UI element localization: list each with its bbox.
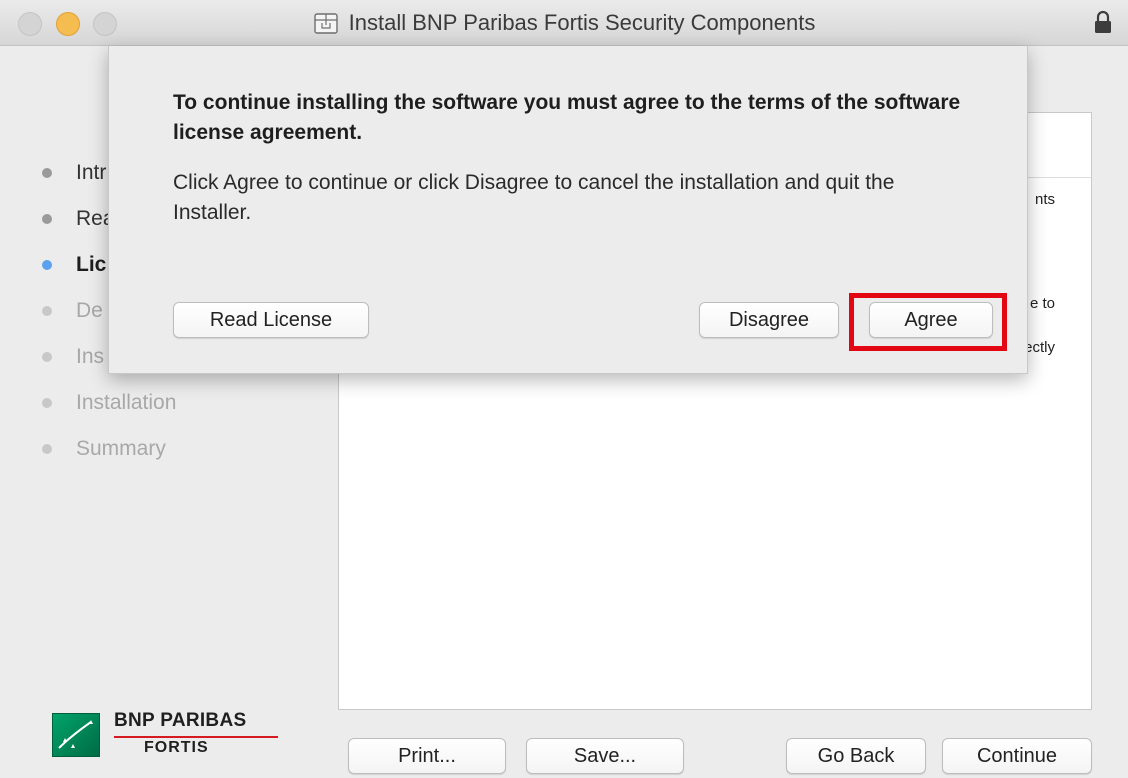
bnp-stars-logo-icon [52, 713, 100, 757]
step-label: Summary [76, 437, 166, 460]
print-button[interactable]: Print... [348, 738, 506, 774]
step-dot [42, 214, 52, 224]
license-text-fragment: e to [1029, 295, 1055, 312]
logo-text-fortis: FORTIS [144, 739, 209, 756]
license-text-fragment: nts [1034, 191, 1055, 208]
step-dot [42, 444, 52, 454]
sheet-message: Click Agree to continue or click Disagre… [173, 171, 895, 224]
logo-text-bnp-paribas: BNP PARIBAS [114, 710, 247, 731]
bnp-paribas-fortis-logo: BNP PARIBAS FORTIS [52, 710, 282, 762]
save-button[interactable]: Save... [526, 738, 684, 774]
window-title-group: Install BNP Paribas Fortis Security Comp… [0, 0, 1128, 46]
license-agreement-sheet: To continue installing the software you … [108, 46, 1028, 374]
sheet-heading: To continue installing the software you … [173, 91, 961, 144]
step-dot [42, 306, 52, 316]
step-dot [42, 398, 52, 408]
go-back-button[interactable]: Go Back [786, 738, 926, 774]
flying-stars-icon [58, 720, 93, 749]
step-label: Installation [76, 391, 177, 414]
step-dot-current [42, 260, 52, 270]
step-label: Ins [76, 345, 105, 368]
installer-window: Install BNP Paribas Fortis Security Comp… [0, 0, 1128, 778]
title-bar[interactable]: Install BNP Paribas Fortis Security Comp… [0, 0, 1128, 46]
disagree-button[interactable]: Disagree [699, 302, 839, 338]
continue-button[interactable]: Continue [942, 738, 1092, 774]
step-summary: Summary [36, 426, 326, 472]
installer-package-icon [313, 13, 338, 34]
step-dot [42, 168, 52, 178]
step-label: De [76, 299, 103, 322]
step-installation: Installation [36, 380, 326, 426]
lock-icon[interactable] [1092, 9, 1114, 35]
license-text-fragment: ectly [1024, 339, 1055, 356]
read-license-button[interactable]: Read License [173, 302, 369, 338]
window-title: Install BNP Paribas Fortis Security Comp… [348, 10, 816, 35]
step-label: Intr [76, 161, 107, 184]
step-label: Lic [76, 253, 107, 276]
agree-button[interactable]: Agree [869, 302, 993, 338]
step-dot [42, 352, 52, 362]
logo-red-rule [114, 736, 278, 738]
